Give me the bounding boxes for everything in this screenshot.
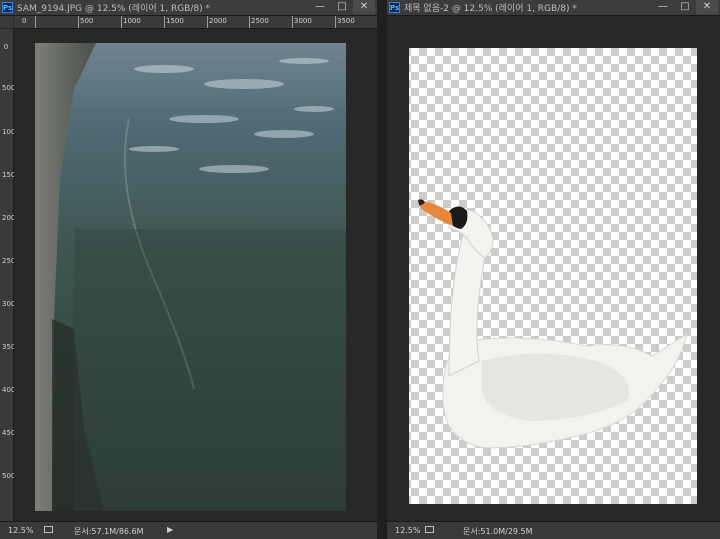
- ruler-origin[interactable]: [0, 16, 13, 28]
- document-size-info: 문서:51.0M/29.5M: [463, 527, 533, 536]
- ruler-label: 3000: [2, 300, 20, 308]
- maximize-icon[interactable]: □: [331, 0, 353, 14]
- document-window-photo[interactable]: Ps SAM_9194.JPG @ 12.5% (레이어 1, RGB/8) *…: [0, 0, 377, 539]
- vertical-ruler[interactable]: 0 500 1000 1500 2000 2500 3000 3500 4000…: [0, 29, 20, 522]
- document-title: 제목 없음-2 @ 12.5% (레이어 1, RGB/8) *: [404, 4, 577, 14]
- zoom-level[interactable]: 12.5%: [395, 526, 420, 535]
- ruler-label: 1500: [166, 17, 184, 25]
- export-icon[interactable]: [425, 526, 434, 533]
- photoshop-icon: Ps: [389, 2, 400, 13]
- ruler-label: 500: [2, 84, 16, 92]
- maximize-icon[interactable]: □: [674, 0, 696, 14]
- close-icon[interactable]: ✕: [353, 0, 375, 14]
- ruler-label: 0: [22, 17, 27, 25]
- ruler-label: 4000: [2, 386, 20, 394]
- canvas-area[interactable]: [387, 16, 720, 522]
- ruler-label: 1000: [123, 17, 141, 25]
- ruler-tick: [78, 16, 79, 28]
- minimize-icon[interactable]: —: [309, 0, 331, 14]
- ruler-tick: [249, 16, 250, 28]
- zoom-level[interactable]: 12.5%: [8, 526, 33, 535]
- ruler-label: 4500: [2, 429, 20, 437]
- ruler-tick: [335, 16, 336, 28]
- ruler-label: 2000: [2, 214, 20, 222]
- title-bar[interactable]: Ps SAM_9194.JPG @ 12.5% (레이어 1, RGB/8) *…: [0, 0, 377, 16]
- cutout-canvas[interactable]: [387, 16, 720, 522]
- horizontal-ruler[interactable]: 0 500 1000 1500 2000 2500 3000 3500: [14, 16, 377, 29]
- ruler-tick: [292, 16, 293, 28]
- ruler-tick: [207, 16, 208, 28]
- ruler-label: 5000: [2, 472, 20, 480]
- ruler-label: 3500: [337, 17, 355, 25]
- ruler-tick: [121, 16, 122, 28]
- title-bar[interactable]: Ps 제목 없음-2 @ 12.5% (레이어 1, RGB/8) * — □ …: [387, 0, 720, 16]
- ruler-label: 1000: [2, 128, 20, 136]
- photoshop-icon: Ps: [2, 2, 13, 13]
- ruler-label: 0: [3, 43, 9, 51]
- ruler-tick: [164, 16, 165, 28]
- canvas-area[interactable]: [14, 29, 377, 522]
- document-window-cutout[interactable]: Ps 제목 없음-2 @ 12.5% (레이어 1, RGB/8) * — □ …: [387, 0, 720, 539]
- document-title: SAM_9194.JPG @ 12.5% (레이어 1, RGB/8) *: [17, 4, 210, 14]
- photo-canvas[interactable]: [14, 29, 377, 522]
- minimize-icon[interactable]: —: [652, 0, 674, 14]
- status-bar: 12.5% 문서:51.0M/29.5M: [387, 521, 720, 539]
- chevron-right-icon[interactable]: ▶: [167, 525, 173, 534]
- export-icon[interactable]: [44, 526, 53, 533]
- ruler-label: 2500: [2, 257, 20, 265]
- ruler-label: 2500: [251, 17, 269, 25]
- ruler-label: 1500: [2, 171, 20, 179]
- status-bar: 12.5% 문서:57.1M/86.6M ▶: [0, 521, 377, 539]
- close-icon[interactable]: ✕: [696, 0, 718, 14]
- photo-lake-water: [35, 43, 346, 511]
- ruler-tick: [35, 16, 36, 28]
- document-size-info: 문서:57.1M/86.6M: [74, 527, 144, 536]
- ruler-label: 3500: [2, 343, 20, 351]
- ruler-label: 500: [80, 17, 94, 25]
- ruler-label: 3000: [294, 17, 312, 25]
- ruler-label: 2000: [209, 17, 227, 25]
